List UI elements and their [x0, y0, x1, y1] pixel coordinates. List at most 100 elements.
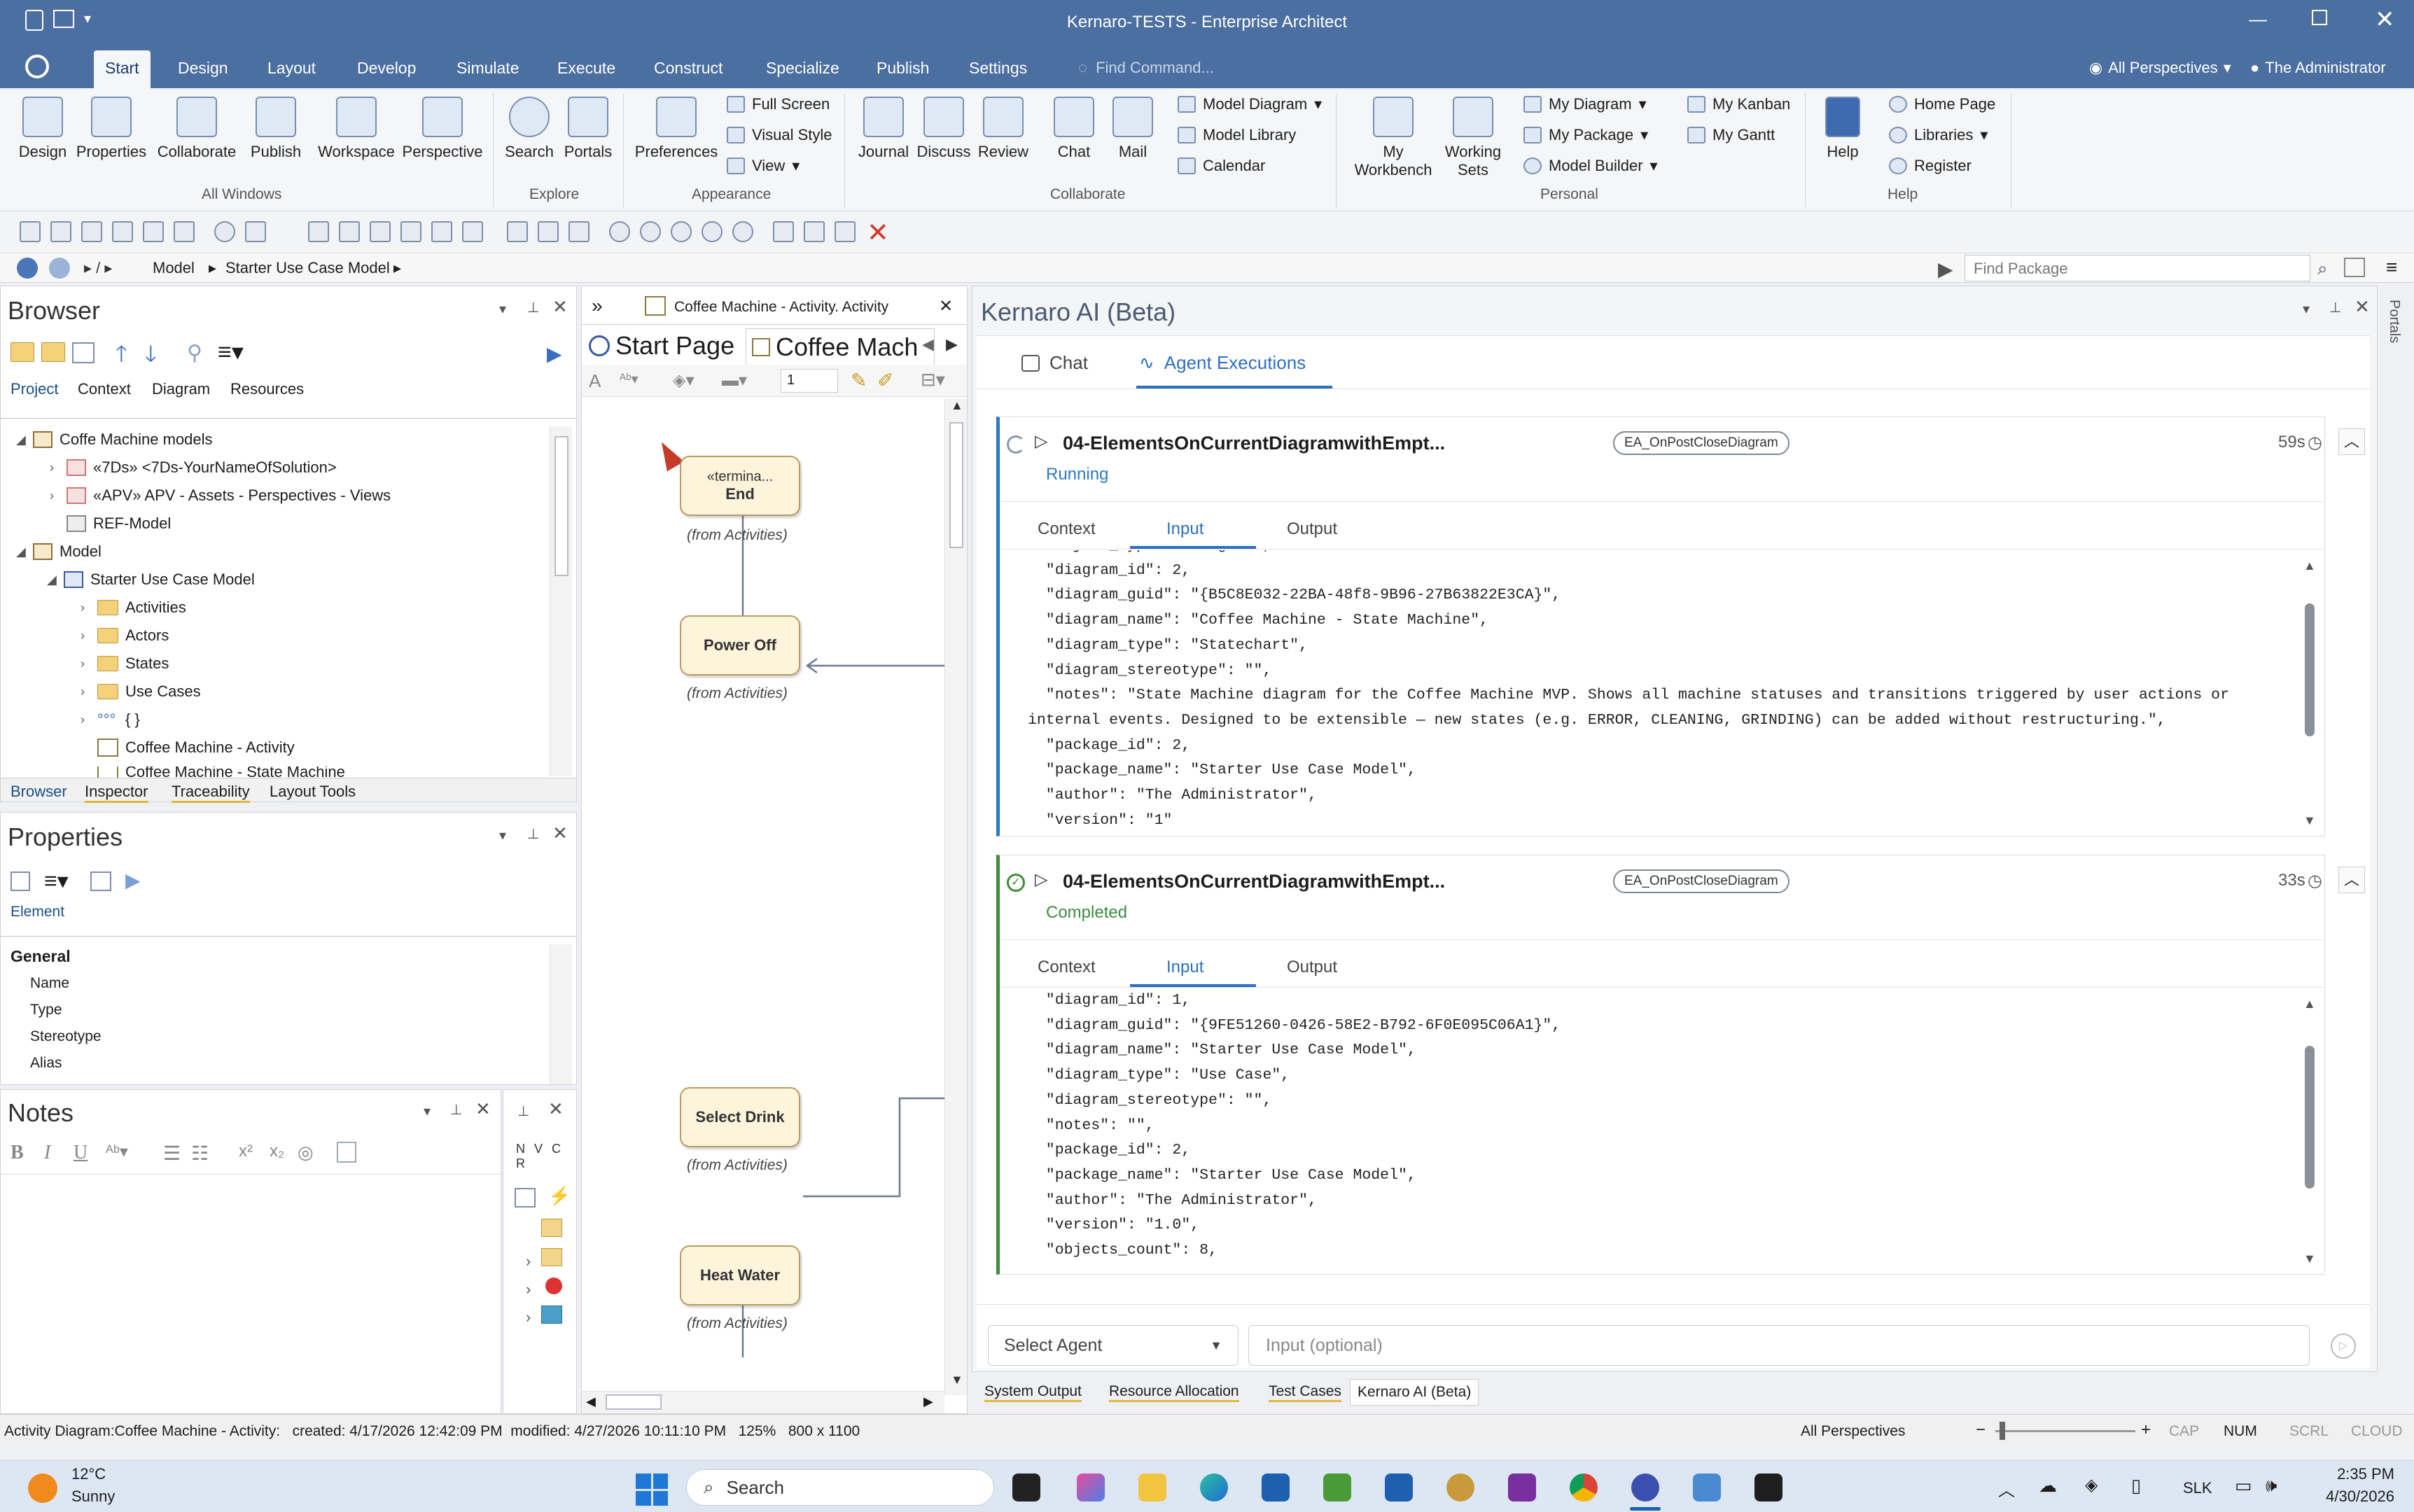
toolbox-icon[interactable]: [515, 1188, 536, 1208]
discuss-button[interactable]: Discuss: [913, 97, 975, 161]
panel-dropdown-icon[interactable]: ▾: [499, 300, 506, 318]
expand-arrow-icon[interactable]: ▶: [547, 342, 562, 365]
save-icon[interactable]: [11, 872, 30, 891]
close-icon[interactable]: ✕: [552, 822, 568, 844]
text-color-icon[interactable]: ᴬᵇ▾: [106, 1142, 128, 1162]
align-icon[interactable]: [339, 221, 360, 242]
input-json-viewer[interactable]: "object_type": "Diagram", "diagram_id": …: [1028, 550, 2288, 829]
list-menu-icon[interactable]: ≡▾: [218, 338, 244, 366]
properties-scrollbar[interactable]: [550, 944, 572, 1084]
expand-arrow-icon[interactable]: ▶: [125, 869, 141, 892]
app-menu-icon[interactable]: [25, 55, 49, 78]
subscript-icon[interactable]: x₂: [270, 1142, 284, 1161]
menu-icon[interactable]: ≡: [2386, 256, 2397, 279]
select-agent-dropdown[interactable]: Select Agent ▼: [988, 1325, 1239, 1366]
font-icon[interactable]: A: [589, 370, 601, 392]
chevron-up-icon[interactable]: ︿: [1998, 1476, 2015, 1501]
pin-icon[interactable]: ⊥: [517, 1102, 529, 1120]
align-icon[interactable]: [431, 221, 452, 242]
publish-button[interactable]: Publish: [241, 97, 311, 161]
tab-chat[interactable]: Chat: [1021, 352, 1088, 374]
layout-options-icon[interactable]: ⊟▾: [921, 369, 945, 391]
subtab-input[interactable]: Input: [1166, 519, 1203, 539]
tab-start-page[interactable]: Start Page: [589, 331, 734, 360]
subtab-output[interactable]: Output: [1287, 958, 1337, 977]
options-icon[interactable]: [2344, 258, 2365, 277]
execution-name[interactable]: 04-ElementsOnCurrentDiagramwithEmpt...: [1063, 433, 1445, 454]
align-icon[interactable]: [462, 221, 483, 242]
line-color-icon[interactable]: ▬▾: [722, 370, 747, 391]
toolbar-icon[interactable]: [245, 221, 266, 242]
clock-time[interactable]: 2:35 PM: [2312, 1465, 2394, 1483]
new-package-icon[interactable]: [41, 342, 65, 362]
tab-project[interactable]: Project: [11, 380, 58, 398]
align-icon[interactable]: [370, 221, 391, 242]
copilot-icon[interactable]: [1077, 1474, 1105, 1502]
move-down-icon[interactable]: 🡓: [145, 338, 157, 376]
close-icon[interactable]: ✕: [548, 1098, 564, 1120]
bullet-list-icon[interactable]: ☰: [163, 1142, 181, 1165]
tab-specialize[interactable]: Specialize: [755, 56, 851, 80]
properties-icon[interactable]: [90, 872, 111, 891]
my-diagram-dropdown[interactable]: My Diagram ▾: [1523, 95, 1647, 113]
send-button[interactable]: ▷: [2331, 1334, 2356, 1359]
breadcrumb-model[interactable]: Model: [153, 259, 195, 277]
zoom-slider-handle[interactable]: [2000, 1422, 2005, 1440]
group-general[interactable]: General: [11, 947, 71, 966]
tree-item[interactable]: ◢ Coffe Machine models: [16, 430, 213, 449]
pin-icon[interactable]: ⊥: [450, 1101, 462, 1119]
panel-dropdown-icon[interactable]: ▾: [2303, 300, 2310, 318]
toolbar-icon[interactable]: [143, 221, 164, 242]
model-builder-dropdown[interactable]: Model Builder ▾: [1523, 157, 1658, 175]
tab-element[interactable]: Element: [11, 904, 64, 920]
help-button[interactable]: Help: [1816, 97, 1869, 161]
expand-arrow-icon[interactable]: ▷: [1035, 431, 1047, 451]
close-icon[interactable]: ✕: [475, 1098, 491, 1120]
tab-inspector[interactable]: Inspector: [85, 783, 148, 803]
tab-system-output[interactable]: System Output: [984, 1383, 1082, 1402]
tree-item[interactable]: › «APV» APV - Assets - Perspectives - Vie…: [50, 486, 391, 505]
italic-icon[interactable]: I: [44, 1142, 50, 1164]
review-button[interactable]: Review: [972, 97, 1035, 161]
subtab-context[interactable]: Context: [1038, 958, 1096, 977]
tab-traceability[interactable]: Traceability: [172, 783, 250, 803]
search-icon[interactable]: ⌕: [2317, 258, 2328, 280]
tab-diagram[interactable]: Diagram: [152, 380, 210, 398]
tab-resources[interactable]: Resources: [230, 380, 304, 398]
tab-test-cases[interactable]: Test Cases: [1269, 1383, 1341, 1402]
tab-start[interactable]: Start: [94, 50, 151, 88]
portals-tab[interactable]: Portals: [2386, 300, 2402, 343]
edge-icon[interactable]: [1200, 1474, 1228, 1502]
zoom-slider[interactable]: [1995, 1430, 2135, 1432]
enterprise-architect-icon[interactable]: [1631, 1474, 1659, 1502]
diagram-window-tab[interactable]: Coffee Machine - Activity. Activity: [674, 299, 942, 316]
close-icon[interactable]: ✕: [552, 296, 568, 318]
tree-item[interactable]: › °°°{ }: [81, 710, 140, 729]
play-arrow-icon[interactable]: ▶: [1938, 258, 1953, 281]
toolbar-icon[interactable]: [773, 221, 794, 242]
tree-item[interactable]: REF-Model: [50, 514, 171, 533]
toolbar-icon[interactable]: [50, 221, 71, 242]
minimize-button[interactable]: —: [2249, 8, 2267, 30]
breadcrumb-starter-use-case-model[interactable]: Starter Use Case Model: [225, 259, 390, 277]
calendar-button[interactable]: Calendar: [1178, 157, 1265, 175]
tree-item[interactable]: ◢ Model: [16, 542, 102, 561]
toolbar-icon[interactable]: [81, 221, 102, 242]
clock-date[interactable]: 4/30/2026: [2312, 1488, 2394, 1506]
tab-agent-executions[interactable]: ∿ Agent Executions: [1139, 352, 1306, 374]
libraries-dropdown[interactable]: Libraries ▾: [1889, 126, 1988, 144]
working-sets-button[interactable]: Working Sets: [1438, 97, 1508, 179]
tab-layout[interactable]: Layout: [256, 56, 327, 80]
close-window-button[interactable]: ✕: [2375, 6, 2395, 34]
model-diagram-dropdown[interactable]: Model Diagram ▾: [1178, 95, 1322, 113]
display-icon[interactable]: ▭: [2235, 1475, 2252, 1497]
collapse-arrows-icon[interactable]: »: [592, 295, 603, 317]
network-icon[interactable]: ◈: [2085, 1475, 2098, 1495]
underline-icon[interactable]: U: [74, 1142, 88, 1164]
paint-icon[interactable]: ✐: [877, 369, 893, 392]
pin-icon[interactable]: ⊥: [2329, 299, 2341, 316]
tab-simulate[interactable]: Simulate: [445, 56, 530, 80]
bold-icon[interactable]: B: [11, 1142, 24, 1164]
tab-layout-tools[interactable]: Layout Tools: [270, 783, 356, 801]
node-select-drink[interactable]: Select Drink: [680, 1087, 800, 1147]
